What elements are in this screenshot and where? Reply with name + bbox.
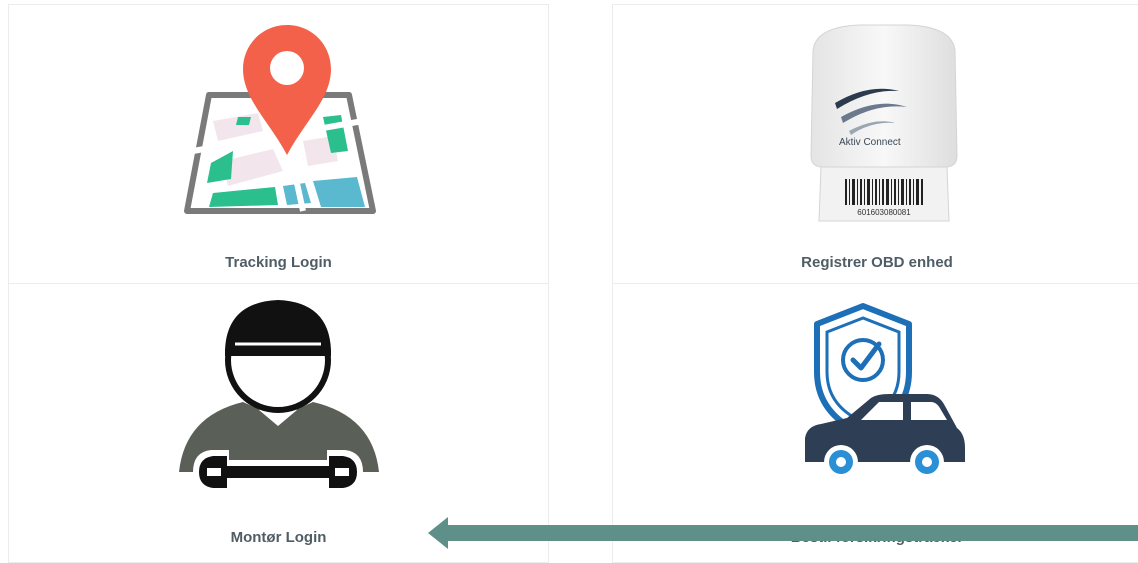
register-obd-tile[interactable]: Aktiv Connect 601603080081 Registrer OBD…	[612, 4, 1138, 284]
barcode-number-text: 601603080081	[857, 208, 911, 217]
register-obd-label: Registrer OBD enhed	[801, 254, 953, 271]
tracking-login-tile[interactable]: Tracking Login	[8, 4, 549, 284]
tracking-login-label: Tracking Login	[225, 254, 332, 271]
obd-device-icon: Aktiv Connect 601603080081	[810, 24, 958, 222]
left-arrow-icon	[428, 517, 1138, 549]
mechanic-icon	[179, 300, 379, 494]
map-pin-icon	[184, 25, 376, 214]
obd-brand-text: Aktiv Connect	[839, 137, 901, 148]
shield-car-icon	[805, 303, 965, 479]
